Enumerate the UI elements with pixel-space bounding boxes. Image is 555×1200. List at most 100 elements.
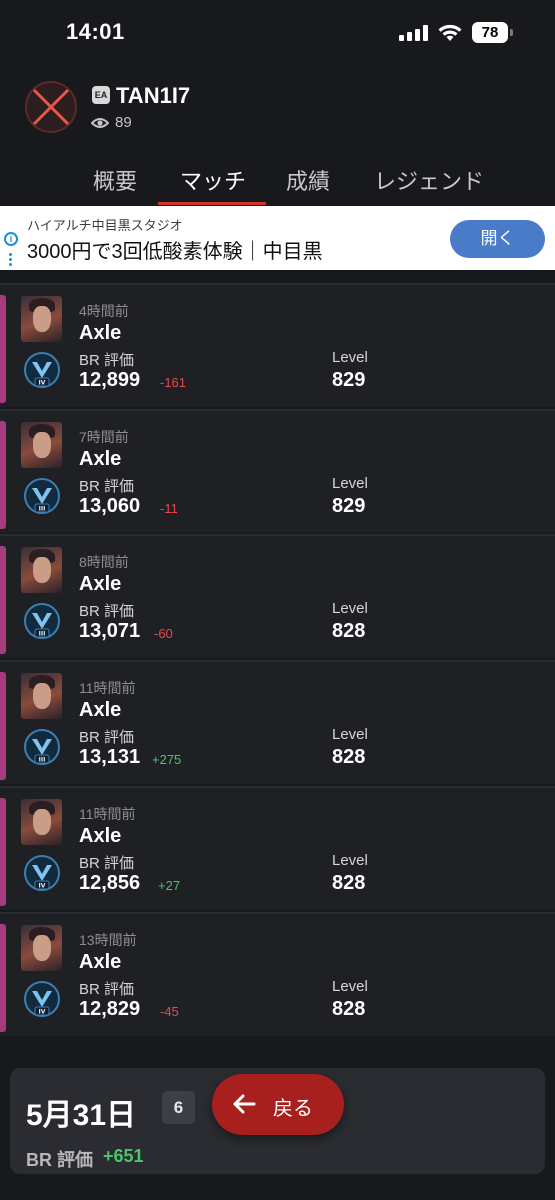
match-accent-bar [0,924,6,1032]
match-time-ago: 4時間前 [79,303,129,319]
ad-headline[interactable]: 3000円で3回低酸素体験｜中目黒 [27,235,323,264]
level-label: Level [332,349,368,366]
legend-name: Axle [79,573,122,595]
rank-badge-icon: IV [24,855,60,891]
svg-text:IV: IV [39,380,46,387]
level-label: Level [332,726,368,743]
rank-badge-icon: III [24,603,60,639]
level-value: 828 [332,998,366,1020]
cellular-signal-icon [399,25,429,41]
ad-info-icon[interactable]: i [4,232,18,246]
br-rating-label: BR 評価 [79,603,135,620]
match-time-ago: 11時間前 [79,680,136,696]
br-rating-label: BR 評価 [79,981,135,998]
legend-portrait [21,547,62,593]
status-bar: 14:01 78 [0,0,555,66]
br-rating-label: BR 評価 [79,352,135,369]
br-rating-delta: +27 [158,878,181,893]
summary-date: 5月31日 [26,1099,137,1132]
legend-name: Axle [79,322,122,344]
tab-overview[interactable]: 概要 [93,164,137,196]
ad-advertiser: ハイアルチ中目黒スタジオ [27,218,183,233]
match-count-badge: 6 [162,1091,195,1124]
tab-legends[interactable]: レジェンド [374,164,484,196]
ad-menu-icon[interactable] [9,253,12,267]
active-tab-indicator [158,202,266,205]
br-rating-value: 13,060 [79,495,141,517]
legend-name: Axle [79,448,122,470]
profile-tabs: 概要 マッチ 成績 レジェンド [0,158,555,206]
match-accent-bar [0,798,6,906]
match-accent-bar [0,546,6,654]
back-label: 戻る [273,1098,313,1120]
view-count: 89 [115,114,132,131]
back-button[interactable]: 戻る [212,1074,344,1135]
legend-name: Axle [79,699,122,721]
match-time-ago: 13時間前 [79,932,137,948]
match-accent-bar [0,672,6,780]
ad-open-button[interactable]: 開く [450,220,545,258]
match-row[interactable]: IV 4時間前 Axle BR 評価 12,899 -161 Level 829 [0,283,555,407]
legend-name: Axle [79,825,122,847]
br-rating-delta: -11 [160,501,178,516]
red-x-icon [25,81,77,133]
level-value: 828 [332,746,366,768]
br-rating-label: BR 評価 [79,478,135,495]
tab-stats[interactable]: 成績 [286,164,330,196]
profile-avatar[interactable] [25,81,77,133]
br-rating-value: 12,829 [79,998,141,1020]
br-rating-value: 12,899 [79,369,141,391]
br-rating-value: 12,856 [79,872,141,894]
br-rating-delta: -45 [160,1004,179,1019]
match-accent-bar [0,295,6,403]
level-label: Level [332,600,368,617]
svg-text:III: III [39,631,46,638]
ea-platform-icon: EA [92,86,110,104]
match-row[interactable]: IV 13時間前 Axle BR 評価 12,829 -45 Level 828 [0,912,555,1036]
legend-portrait [21,673,62,719]
level-label: Level [332,852,368,869]
tab-matches[interactable]: マッチ [180,164,246,196]
level-label: Level [332,475,368,492]
br-rating-value: 13,071 [79,620,141,642]
match-row[interactable]: III 11時間前 Axle BR 評価 13,131 +275 Level 828 [0,660,555,784]
match-time-ago: 11時間前 [79,806,136,822]
level-label: Level [332,978,368,995]
br-rating-label: BR 評価 [79,855,135,872]
br-rating-delta: -161 [160,375,187,390]
battery-level: 78 [472,22,508,43]
ad-banner[interactable]: i ハイアルチ中目黒スタジオ 3000円で3回低酸素体験｜中目黒 開く [0,206,555,270]
svg-text:IV: IV [39,1009,46,1016]
status-time: 14:01 [66,19,125,44]
rank-badge-icon: III [24,729,60,765]
legend-portrait [21,296,62,342]
rank-badge-icon: IV [24,981,60,1017]
level-value: 828 [332,872,366,894]
level-value: 828 [332,620,366,642]
match-row[interactable]: IV 11時間前 Axle BR 評価 12,856 +27 Level 828 [0,786,555,910]
level-value: 829 [332,495,366,517]
br-rating-value: 13,131 [79,746,141,768]
match-time-ago: 8時間前 [79,554,129,570]
level-value: 829 [332,369,366,391]
summary-br-delta: +651 [103,1146,144,1166]
battery-icon: 78 [472,22,514,43]
player-username: TAN1I7 [116,83,191,108]
rank-badge-icon: IV [24,352,60,388]
svg-text:III: III [39,757,46,764]
svg-text:IV: IV [39,883,46,890]
eye-icon [91,118,109,128]
rank-badge-icon: III [24,478,60,514]
svg-text:III: III [39,506,46,513]
br-rating-delta: -60 [154,626,173,641]
match-row[interactable]: III 8時間前 Axle BR 評価 13,071 -60 Level 828 [0,534,555,658]
legend-portrait [21,422,62,468]
match-time-ago: 7時間前 [79,429,129,445]
wifi-icon [438,24,462,41]
legend-name: Axle [79,951,122,973]
arrow-left-icon [233,1094,256,1114]
match-row[interactable]: III 7時間前 Axle BR 評価 13,060 -11 Level 829 [0,409,555,533]
br-rating-label: BR 評価 [79,729,135,746]
summary-br-label: BR 評価 [26,1150,93,1170]
match-accent-bar [0,421,6,529]
